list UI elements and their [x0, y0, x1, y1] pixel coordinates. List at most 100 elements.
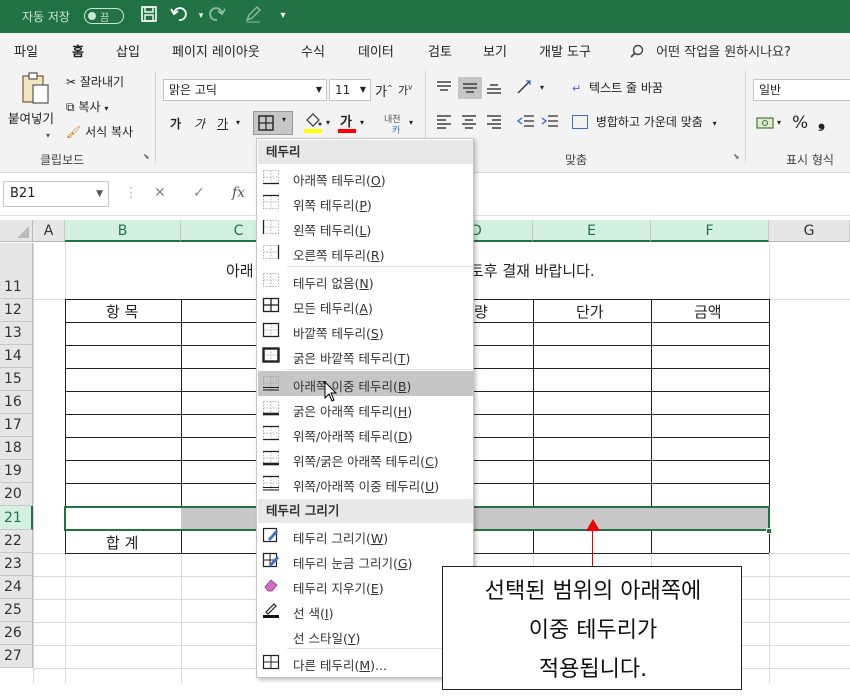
font-name-select[interactable]: 맑은 고딕 ▼: [163, 79, 327, 101]
column-header-b[interactable]: B: [65, 220, 181, 242]
orientation-icon[interactable]: [516, 79, 538, 98]
font-size-select[interactable]: 11 ▼: [329, 79, 371, 101]
row-header-23[interactable]: 23: [0, 553, 33, 576]
menu-item-line-style[interactable]: 선 스타일(Y): [258, 623, 473, 648]
currency-icon[interactable]: [756, 115, 776, 134]
shrink-font-button[interactable]: 가v: [398, 82, 412, 98]
tab-insert[interactable]: 삽입: [116, 41, 140, 60]
row-header-25[interactable]: 25: [0, 599, 33, 622]
menu-item-erase-border[interactable]: 테두리 지우기(E): [258, 573, 473, 598]
menu-item-thick-bottom-border[interactable]: 굵은 아래쪽 테두리(H): [258, 396, 473, 421]
currency-dropdown-icon[interactable]: ▾: [777, 118, 781, 127]
menu-item-more-borders[interactable]: 다른 테두리(M)...: [258, 650, 473, 675]
menu-item-left-border[interactable]: 왼쪽 테두리(L): [258, 215, 473, 240]
enter-icon[interactable]: ✓: [193, 185, 205, 201]
tab-home[interactable]: 홈: [70, 41, 86, 66]
undo-icon[interactable]: [168, 5, 190, 27]
tab-developer[interactable]: 개발 도구: [539, 41, 591, 60]
column-header-g[interactable]: G: [769, 220, 850, 242]
customize-qat-icon[interactable]: ▾: [272, 5, 294, 27]
merge-center-button[interactable]: 병합하고 가운데 맞춤 ▾: [572, 113, 717, 130]
clipboard-launcher-icon[interactable]: ⬊: [143, 152, 150, 161]
bold-button[interactable]: 가: [170, 115, 181, 132]
menu-item-draw-border-grid[interactable]: 테두리 눈금 그리기(G): [258, 548, 473, 573]
fill-color-button[interactable]: [304, 112, 322, 133]
format-painter-button[interactable]: 🖌 서식 복사: [66, 123, 133, 140]
save-icon[interactable]: [138, 5, 160, 27]
row-header-27[interactable]: 27: [0, 645, 33, 668]
select-all-corner[interactable]: [0, 220, 33, 242]
menu-item-outside-border[interactable]: 바깥쪽 테두리(S): [258, 318, 473, 343]
align-left-icon[interactable]: [435, 113, 453, 132]
row-header-12[interactable]: 12: [0, 299, 33, 322]
percent-button[interactable]: %: [792, 113, 808, 133]
copy-button[interactable]: ⧉ 복사 ▾: [66, 98, 108, 115]
row-header-16[interactable]: 16: [0, 391, 33, 414]
paste-icon[interactable]: [20, 71, 50, 108]
name-box[interactable]: B21 ▼: [3, 181, 109, 207]
menu-item-line-color[interactable]: 선 색(I): [258, 598, 473, 623]
menu-item-bottom-border[interactable]: 아래쪽 테두리(O): [258, 165, 473, 190]
orientation-dropdown-icon[interactable]: ▾: [540, 83, 544, 92]
row-header-14[interactable]: 14: [0, 345, 33, 368]
row-header-11[interactable]: 11: [0, 243, 33, 299]
tab-review[interactable]: 검토: [428, 41, 452, 60]
fill-dropdown-icon[interactable]: ▾: [326, 118, 330, 127]
autosave-toggle[interactable]: 끔: [84, 8, 124, 24]
menu-item-bottom-double-border[interactable]: 아래쪽 이중 테두리(B): [258, 371, 473, 396]
paste-dropdown-icon[interactable]: ▾: [46, 131, 50, 140]
row-header-21[interactable]: 21: [0, 506, 33, 530]
alignment-launcher-icon[interactable]: ⬊: [733, 152, 740, 161]
increase-indent-icon[interactable]: [540, 113, 560, 132]
row-header-20[interactable]: 20: [0, 483, 33, 506]
row-header-18[interactable]: 18: [0, 437, 33, 460]
align-right-icon[interactable]: [485, 113, 503, 132]
align-top-icon[interactable]: [435, 79, 453, 98]
align-center-icon[interactable]: [460, 113, 478, 132]
row-header-17[interactable]: 17: [0, 414, 33, 437]
tell-me-box[interactable]: 어떤 작업을 원하시나요?: [630, 41, 791, 60]
tab-file[interactable]: 파일: [14, 41, 38, 60]
font-color-dropdown-icon[interactable]: ▾: [360, 118, 364, 127]
phonetic-dropdown-icon[interactable]: ▾: [409, 118, 413, 127]
font-color-button[interactable]: 가: [338, 111, 356, 133]
paste-button[interactable]: 붙여넣기: [8, 108, 54, 127]
redo-icon[interactable]: [206, 5, 228, 27]
decrease-indent-icon[interactable]: [516, 113, 536, 132]
insert-function-icon[interactable]: fx: [232, 185, 245, 201]
column-header-f[interactable]: F: [651, 220, 769, 242]
menu-item-none-border[interactable]: 테두리 없음(N): [258, 268, 473, 293]
cancel-icon[interactable]: ✕: [154, 185, 166, 201]
column-header-a[interactable]: A: [33, 220, 65, 242]
number-format-select[interactable]: 일반: [753, 79, 850, 101]
row-header-13[interactable]: 13: [0, 322, 33, 345]
menu-item-top-border[interactable]: 위쪽 테두리(P): [258, 190, 473, 215]
menu-item-top-thick-bottom-border[interactable]: 위쪽/굵은 아래쪽 테두리(C): [258, 446, 473, 471]
menu-item-top-bottom-border[interactable]: 위쪽/아래쪽 테두리(D): [258, 421, 473, 446]
menu-item-thick-outside-border[interactable]: 굵은 바깥쪽 테두리(T): [258, 343, 473, 368]
underline-button[interactable]: 가: [217, 115, 228, 132]
borders-button[interactable]: ▾: [253, 111, 293, 135]
menu-item-draw-border[interactable]: 테두리 그리기(W): [258, 523, 473, 548]
italic-button[interactable]: 가: [194, 115, 205, 132]
tab-data[interactable]: 데이터: [358, 41, 394, 60]
menu-item-right-border[interactable]: 오른쪽 테두리(R): [258, 240, 473, 265]
underline-dropdown-icon[interactable]: ▾: [236, 118, 240, 127]
align-middle-icon[interactable]: [458, 77, 482, 99]
align-bottom-icon[interactable]: [485, 79, 503, 98]
menu-item-all-border[interactable]: 모든 테두리(A): [258, 293, 473, 318]
tab-formulas[interactable]: 수식: [301, 41, 325, 60]
cut-button[interactable]: ✂ 잘라내기: [66, 73, 124, 90]
row-header-15[interactable]: 15: [0, 368, 33, 391]
column-header-e[interactable]: E: [533, 220, 651, 242]
wrap-text-button[interactable]: ↵ 텍스트 줄 바꿈: [572, 79, 663, 96]
row-header-24[interactable]: 24: [0, 576, 33, 599]
menu-item-top-bottom-double-border[interactable]: 위쪽/아래쪽 이중 테두리(U): [258, 471, 473, 496]
row-header-26[interactable]: 26: [0, 622, 33, 645]
pen-icon[interactable]: [242, 5, 264, 27]
row-header-19[interactable]: 19: [0, 460, 33, 483]
tab-page-layout[interactable]: 페이지 레이아웃: [172, 41, 260, 60]
grow-font-button[interactable]: 가^: [375, 81, 393, 100]
comma-icon[interactable]: ❟: [818, 111, 825, 132]
row-header-22[interactable]: 22: [0, 530, 33, 553]
